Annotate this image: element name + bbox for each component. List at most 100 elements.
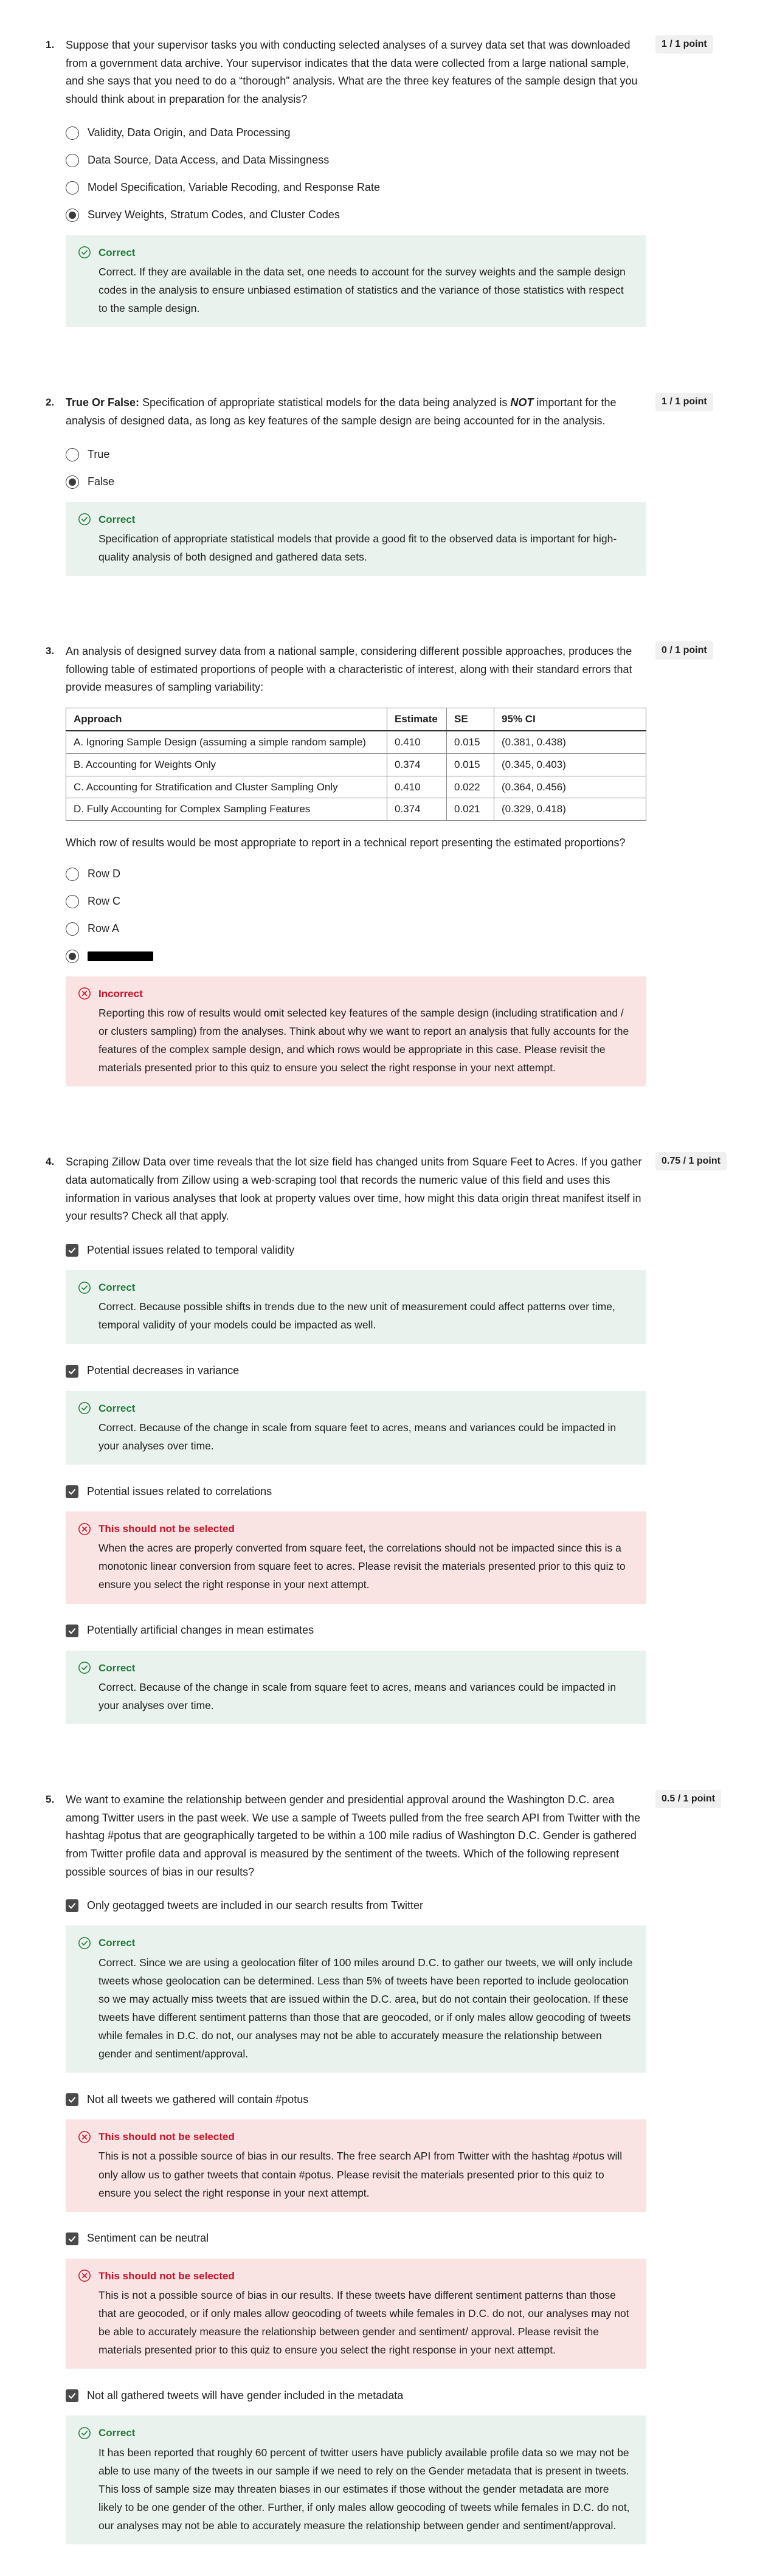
radio-dot [69,478,76,486]
question-prompt: Suppose that your supervisor tasks you w… [66,36,646,109]
checkbox-checked-icon[interactable] [66,2093,78,2107]
checkbox-checked-icon[interactable] [66,1899,78,1913]
feedback-title-text: Correct [98,1662,136,1674]
feedback-title-text: Correct [98,2427,136,2439]
checkbox-checked-icon[interactable] [66,2232,78,2245]
question-body: We want to examine the relationship betw… [66,1791,646,2544]
question-3: 3. 0 / 1 point An analysis of designed sur… [0,641,774,1087]
feedback-title: Correct [78,244,634,261]
feedback-title-text: This should not be selected [98,1523,235,1535]
feedback-title: Correct [78,1934,634,1952]
table-cell: 0.021 [446,798,494,821]
checkmark-icon [68,1489,76,1495]
radio-button[interactable] [66,448,79,462]
answer-option[interactable]: Row C [66,888,646,916]
question-number: 5. [46,1793,55,1805]
option-label: Data Source, Data Access, and Data Missi… [88,154,330,167]
feedback-text: Correct. Because of the change in scale … [98,1421,617,1452]
checkbox-checked-icon[interactable] [66,1624,78,1637]
radio-dot [69,212,76,219]
table-cell: 0.015 [446,753,494,776]
radio-button[interactable] [66,154,79,168]
radio-button[interactable] [66,895,79,909]
radio-button[interactable] [66,126,79,140]
feedback-text: When the acres are properly converted fr… [98,1542,626,1591]
question-5: 5. 0.5 / 1 point We want to examine the re… [0,1789,774,2544]
question-prompt: True Or False: Specification of appropri… [66,394,646,430]
checkbox-checked-icon[interactable] [66,1244,78,1257]
option-label: Model Specification, Variable Recoding, … [88,181,380,194]
feedback-text: Correct. Because of the change in scale … [98,1680,617,1711]
option-label: Sentiment can be neutral [87,2232,209,2245]
radio-button[interactable] [66,209,79,223]
checkbox-checked-icon[interactable] [66,1364,78,1378]
answer-option[interactable] [66,943,646,970]
answer-option[interactable]: Potentially artificial changes in mean e… [66,1617,646,1645]
score-badge: 1 / 1 point [655,35,713,54]
checkbox-checked-icon[interactable] [66,1485,78,1498]
answer-option[interactable]: Only geotagged tweets are included in ou… [66,1892,646,1919]
table-cell: C. Accounting for Stratification and Clu… [66,775,387,799]
feedback-correct: Correct Correct. Since we are using a geo… [66,1925,646,2073]
option-label: Not all tweets we gathered will contain … [87,2093,309,2105]
feedback-title: This should not be selected [78,1520,634,1538]
prompt-text: Scraping Zillow Data over time reveals t… [66,1156,642,1223]
quiz-container: 1. 1 / 1 point Suppose that your superviso… [0,0,774,2576]
check-circle-icon [78,1281,91,1294]
table-cell: (0.364, 0.456) [494,775,646,799]
feedback-text: Correct. If they are available in the da… [98,265,626,315]
checkmark-icon [68,2393,76,2399]
prompt-text: Suppose that your supervisor tasks you w… [66,39,638,106]
radio-button[interactable] [66,868,79,882]
feedback-text: Correct. Because possible shifts in tren… [98,1300,615,1331]
check-circle-icon [78,513,91,526]
option-label: Potentially artificial changes in mean e… [87,1624,314,1637]
answer-option[interactable]: Potential decreases in variance [66,1358,646,1385]
score-badge: 0.5 / 1 point [655,1789,722,1808]
answer-option[interactable]: Row D [66,861,646,888]
radio-button[interactable] [66,950,79,964]
feedback-text: It has been reported that roughly 60 per… [98,2446,630,2532]
feedback-title: This should not be selected [78,2128,634,2146]
feedback-title: Correct [78,2424,634,2442]
option-label: Row D [88,868,121,880]
feedback-title: Correct [78,1659,634,1677]
answer-option[interactable]: Validity, Data Origin, and Data Processi… [66,120,646,147]
answer-option[interactable]: False [66,469,646,496]
question-body: Suppose that your supervisor tasks you w… [66,36,646,328]
check-circle-icon [78,1402,91,1415]
x-circle-icon [78,2270,91,2282]
radio-button[interactable] [66,922,79,936]
answer-option[interactable]: Not all tweets we gathered will contain … [66,2086,646,2113]
answer-option[interactable]: True [66,441,646,469]
radio-button[interactable] [66,181,79,195]
question-number: 4. [46,1156,55,1168]
question-number: 2. [46,396,55,409]
table-row: C. Accounting for Stratification and Clu… [66,775,646,799]
table-cell: (0.329, 0.418) [494,798,646,821]
table-cell: 0.022 [446,775,494,799]
radio-button[interactable] [66,475,79,489]
feedback-incorrect: This should not be selected This is not a… [66,2258,646,2369]
checkmark-icon [68,1903,76,1909]
feedback-text: Correct. Since we are using a geolocatio… [98,1956,633,2060]
table-row: D. Fully Accounting for Complex Sampling… [66,798,646,821]
answer-option[interactable]: Data Source, Data Access, and Data Missi… [66,147,646,174]
checkmark-icon [68,2097,76,2103]
feedback-title-text: This should not be selected [98,2131,235,2143]
answer-option[interactable]: Not all gathered tweets will have gender… [66,2382,646,2409]
feedback-title-text: Correct [98,1282,136,1294]
option-label: Validity, Data Origin, and Data Processi… [88,126,291,139]
feedback-incorrect: This should not be selected When the acre… [66,1511,646,1604]
question-number: 3. [46,645,55,657]
answer-option[interactable]: Potential issues related to correlations [66,1478,646,1505]
answer-option[interactable]: Survey Weights, Stratum Codes, and Clust… [66,202,646,229]
answer-option[interactable]: Sentiment can be neutral [66,2225,646,2253]
prompt-emphasis: NOT [510,396,534,409]
answer-option[interactable]: Row A [66,916,646,943]
answer-option[interactable]: Model Specification, Variable Recoding, … [66,174,646,202]
checkbox-checked-icon[interactable] [66,2389,78,2403]
answer-option[interactable]: Potential issues related to temporal val… [66,1237,646,1264]
feedback-correct: Correct Specification of appropriate stat… [66,502,646,576]
score-badge: 0.75 / 1 point [655,1152,727,1170]
